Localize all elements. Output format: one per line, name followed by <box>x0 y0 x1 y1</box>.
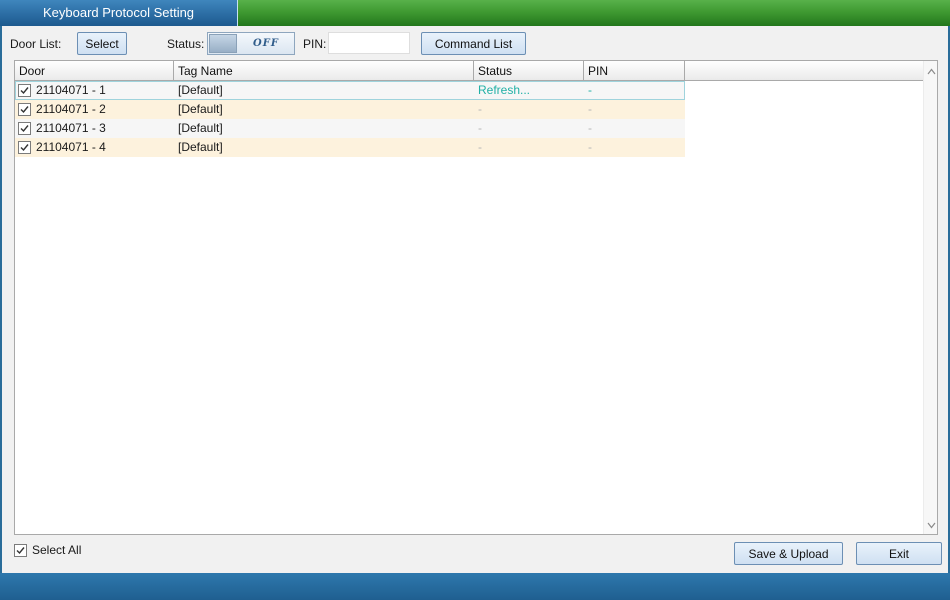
column-header-door[interactable]: Door <box>15 61 174 81</box>
column-header-tag-name[interactable]: Tag Name <box>174 61 474 81</box>
command-list-button[interactable]: Command List <box>421 32 526 55</box>
select-button[interactable]: Select <box>77 32 127 55</box>
main-panel: Door List: Select Status: OFF PIN: Comma… <box>2 26 948 573</box>
tag-name-cell: [Default] <box>178 102 223 116</box>
chevron-down-icon[interactable] <box>924 518 937 532</box>
tag-name-cell: [Default] <box>178 83 223 97</box>
checkmark-icon <box>16 546 25 554</box>
door-table: Door Tag Name Status PIN 21104071 - 1 [D… <box>14 60 938 535</box>
status-toggle[interactable]: OFF <box>207 32 295 55</box>
title-bar: Keyboard Protocol Setting <box>0 0 950 26</box>
pin-cell: - <box>588 83 592 97</box>
table-row[interactable]: 21104071 - 3 [Default] - - <box>15 119 685 138</box>
table-row[interactable]: 21104071 - 2 [Default] - - <box>15 100 685 119</box>
select-all-checkbox[interactable]: Select All <box>14 543 81 557</box>
status-cell: - <box>478 140 482 154</box>
save-upload-button[interactable]: Save & Upload <box>734 542 843 565</box>
select-all-box[interactable] <box>14 543 27 557</box>
table-row[interactable]: 21104071 - 4 [Default] - - <box>15 138 685 157</box>
vertical-scrollbar[interactable] <box>923 61 937 534</box>
tag-name-cell: [Default] <box>178 140 223 154</box>
door-cell: 21104071 - 4 <box>15 138 174 157</box>
door-name: 21104071 - 1 <box>36 83 106 97</box>
exit-button[interactable]: Exit <box>856 542 942 565</box>
door-name: 21104071 - 2 <box>36 102 106 116</box>
checkmark-icon <box>20 106 29 114</box>
checkmark-icon <box>20 87 29 95</box>
table-header: Door Tag Name Status PIN <box>15 61 923 81</box>
door-name: 21104071 - 4 <box>36 140 106 154</box>
column-header-filler <box>685 61 923 80</box>
table-body: 21104071 - 1 [Default] Refresh... - 2110… <box>15 81 685 157</box>
row-checkbox[interactable] <box>18 141 31 154</box>
pin-cell: - <box>588 121 592 135</box>
row-checkbox[interactable] <box>18 122 31 135</box>
row-checkbox[interactable] <box>18 103 31 116</box>
select-all-label: Select All <box>32 543 82 557</box>
pin-cell: - <box>588 102 592 116</box>
checkmark-icon <box>20 125 29 133</box>
checkmark-icon <box>20 144 29 152</box>
column-header-status[interactable]: Status <box>474 61 584 81</box>
bottom-bar <box>0 573 950 600</box>
status-label: Status: <box>167 37 205 51</box>
pin-input[interactable] <box>328 32 410 54</box>
toggle-knob <box>209 34 237 53</box>
status-cell: - <box>478 121 482 135</box>
pin-cell: - <box>588 140 592 154</box>
door-cell: 21104071 - 2 <box>15 100 174 119</box>
tag-name-cell: [Default] <box>178 121 223 135</box>
pin-label: PIN: <box>303 37 327 51</box>
toggle-state: OFF <box>253 38 279 49</box>
door-name: 21104071 - 3 <box>36 121 106 135</box>
door-cell: 21104071 - 1 <box>15 81 174 100</box>
status-cell: Refresh... <box>478 83 531 97</box>
door-cell: 21104071 - 3 <box>15 119 174 138</box>
status-cell: - <box>478 102 482 116</box>
window-title: Keyboard Protocol Setting <box>0 0 238 26</box>
row-checkbox[interactable] <box>18 84 31 97</box>
chevron-up-icon[interactable] <box>924 64 937 78</box>
column-header-pin[interactable]: PIN <box>584 61 685 81</box>
door-list-label: Door List: <box>10 37 62 51</box>
table-row[interactable]: 21104071 - 1 [Default] Refresh... - <box>15 81 685 100</box>
